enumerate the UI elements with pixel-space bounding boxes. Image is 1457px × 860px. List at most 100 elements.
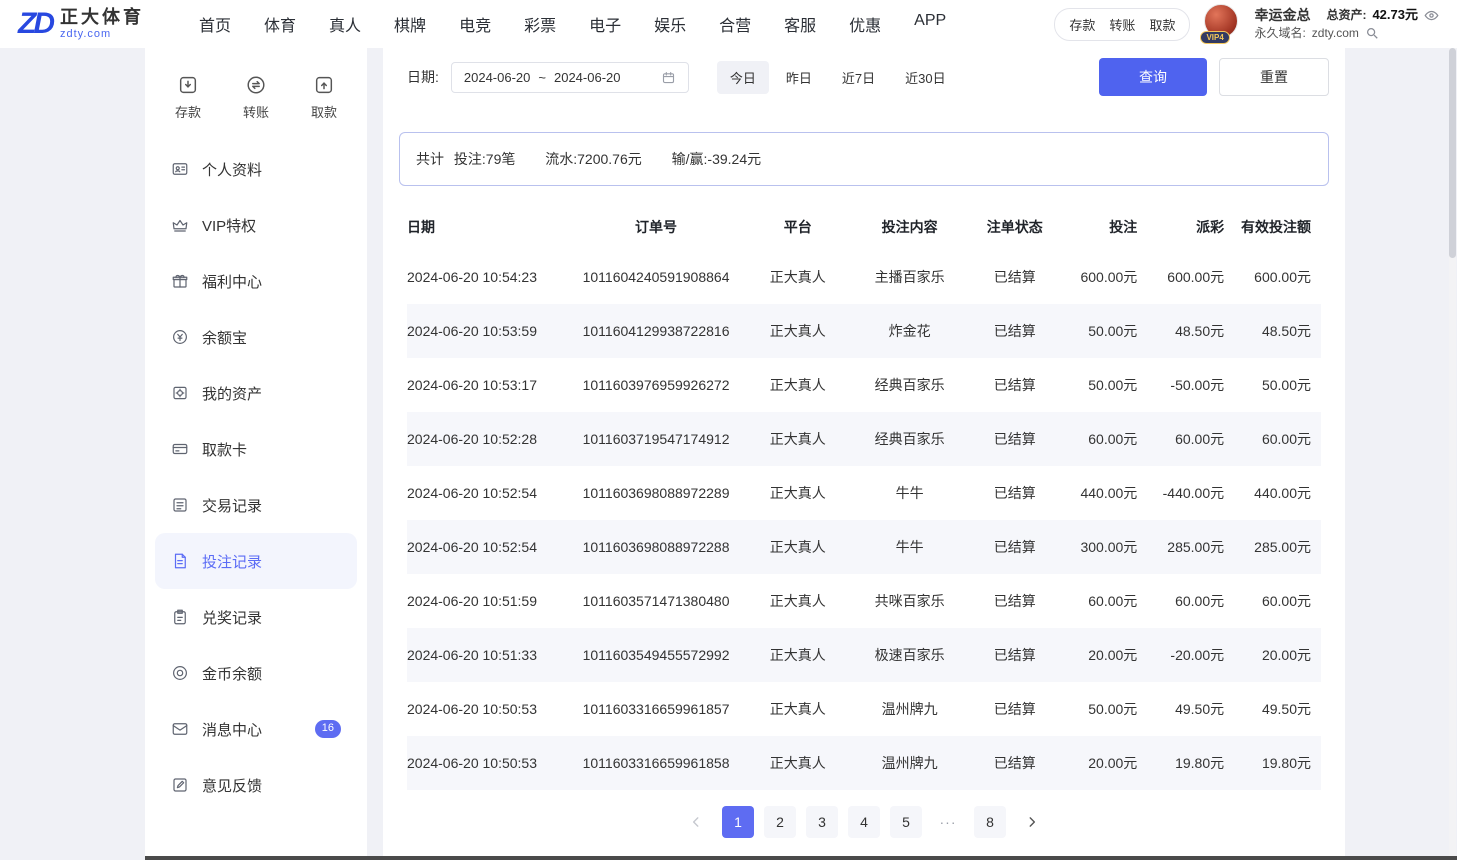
cell-content: 极速百家乐 — [850, 628, 969, 682]
cell-platform: 正大真人 — [745, 466, 850, 520]
nav-item-sports[interactable]: 体育 — [264, 12, 296, 36]
next-page-button[interactable] — [1016, 806, 1048, 838]
nav-item-lottery[interactable]: 彩票 — [524, 12, 556, 36]
reset-button[interactable]: 重置 — [1219, 58, 1329, 96]
date-range-picker[interactable]: 2024-06-20 ~ 2024-06-20 — [451, 62, 689, 93]
search-icon[interactable] — [1365, 26, 1379, 40]
table-row: 2024-06-20 10:52:54 1011603698088972289 … — [407, 466, 1321, 520]
page-button-3[interactable]: 3 — [806, 806, 838, 838]
sidebar-item-feedback[interactable]: 意见反馈 — [145, 757, 367, 813]
transfer-link[interactable]: 转账 — [1109, 15, 1135, 34]
sidebar-item-label: 投注记录 — [202, 551, 262, 572]
withdraw-link[interactable]: 取款 — [1149, 15, 1175, 34]
cell-order: 1011603719547174912 — [567, 412, 745, 466]
nav-item-promos[interactable]: 优惠 — [849, 12, 881, 36]
cell-platform: 正大真人 — [745, 358, 850, 412]
sidebar-item-withdrawal-card[interactable]: 取款卡 — [145, 421, 367, 477]
sidebar-item-label: 余额宝 — [202, 327, 247, 348]
sidebar-item-bet-records[interactable]: 投注记录 — [155, 533, 357, 589]
nav-item-entertainment[interactable]: 娱乐 — [654, 12, 686, 36]
vip-badge: VIP4 — [1200, 31, 1229, 44]
cell-valid: 20.00元 — [1234, 628, 1321, 682]
quick-action-withdraw[interactable]: 取款 — [311, 74, 337, 121]
range-7days-button[interactable]: 近7日 — [829, 61, 888, 94]
calendar-icon — [661, 70, 676, 85]
search-button[interactable]: 查询 — [1099, 58, 1207, 96]
bet-records-panel: 日期: 2024-06-20 ~ 2024-06-20 今日 昨日 近7日 近3… — [383, 48, 1345, 856]
quick-action-label: 取款 — [311, 102, 337, 121]
summary-winloss: 输/赢:-39.24元 — [672, 151, 761, 167]
safe-icon — [171, 384, 189, 402]
page-button-4[interactable]: 4 — [848, 806, 880, 838]
cell-bet: 300.00元 — [1060, 520, 1147, 574]
table-row: 2024-06-20 10:52:54 1011603698088972288 … — [407, 520, 1321, 574]
range-30days-button[interactable]: 近30日 — [892, 61, 958, 94]
page-button-8[interactable]: 8 — [974, 806, 1006, 838]
sidebar-item-welfare[interactable]: 福利中心 — [145, 253, 367, 309]
cell-content: 共咪百家乐 — [850, 574, 969, 628]
col-header-platform: 平台 — [745, 204, 850, 250]
quick-action-transfer[interactable]: 转账 — [243, 74, 269, 121]
cell-date: 2024-06-20 10:53:59 — [407, 304, 567, 358]
nav-item-partnership[interactable]: 合营 — [719, 12, 751, 36]
cell-date: 2024-06-20 10:54:23 — [407, 250, 567, 304]
wallet-quick-links: 存款 转账 取款 — [1054, 8, 1190, 41]
nav-item-support[interactable]: 客服 — [784, 12, 816, 36]
cell-status: 已结算 — [969, 574, 1060, 628]
page-button-1[interactable]: 1 — [722, 806, 754, 838]
cell-date: 2024-06-20 10:52:28 — [407, 412, 567, 466]
edit-icon — [171, 776, 189, 794]
page-button-5[interactable]: 5 — [890, 806, 922, 838]
payout-value: -440.00元 — [1147, 466, 1234, 520]
sidebar-item-yuebao[interactable]: 余额宝 — [145, 309, 367, 365]
nav-item-slots[interactable]: 电子 — [589, 12, 621, 36]
cell-valid: 440.00元 — [1234, 466, 1321, 520]
cell-valid: 600.00元 — [1234, 250, 1321, 304]
cell-date: 2024-06-20 10:53:17 — [407, 358, 567, 412]
range-today-button[interactable]: 今日 — [717, 61, 769, 94]
page-ellipsis: ··· — [932, 806, 964, 838]
deposit-icon — [177, 74, 199, 96]
brand-logo[interactable]: ZD 正大体育 zdty.com — [18, 7, 144, 41]
clipboard-icon — [171, 608, 189, 626]
nav-item-app[interactable]: APP — [914, 12, 946, 36]
nav-item-live[interactable]: 真人 — [329, 12, 361, 36]
unread-count-badge: 16 — [315, 720, 341, 737]
gift-icon — [171, 272, 189, 290]
table-header-row: 日期 订单号 平台 投注内容 注单状态 投注 派彩 有效投注额 — [407, 204, 1321, 250]
summary-box: 共计 投注:79笔 流水:7200.76元 输/赢:-39.24元 — [399, 132, 1329, 186]
col-header-bet: 投注 — [1060, 204, 1147, 250]
deposit-link[interactable]: 存款 — [1069, 15, 1095, 34]
eye-icon[interactable] — [1424, 8, 1439, 23]
sidebar-menu: 个人资料 VIP特权 福利中心 余额宝 我的资产 取款卡 交易记录 投注记录 — [145, 141, 367, 813]
col-header-payout: 派彩 — [1147, 204, 1234, 250]
sidebar-item-profile[interactable]: 个人资料 — [145, 141, 367, 197]
sidebar-item-assets[interactable]: 我的资产 — [145, 365, 367, 421]
prev-page-button[interactable] — [680, 806, 712, 838]
nav-item-esports[interactable]: 电竞 — [459, 12, 491, 36]
sidebar-item-gold-balance[interactable]: 金币余额 — [145, 645, 367, 701]
sidebar-item-redeem-records[interactable]: 兑奖记录 — [145, 589, 367, 645]
cell-order: 1011603698088972289 — [567, 466, 745, 520]
list-icon — [171, 496, 189, 514]
sidebar-item-transactions[interactable]: 交易记录 — [145, 477, 367, 533]
date-filter-label: 日期: — [407, 67, 439, 87]
page-button-2[interactable]: 2 — [764, 806, 796, 838]
cell-status: 已结算 — [969, 358, 1060, 412]
sidebar-item-label: 取款卡 — [202, 439, 247, 460]
sidebar-item-message-center[interactable]: 消息中心 16 — [145, 701, 367, 757]
range-yesterday-button[interactable]: 昨日 — [773, 61, 825, 94]
logo-letters: ZD — [18, 7, 52, 40]
user-info: 幸运金总 总资产: 42.73元 永久域名: zdty.com — [1254, 8, 1439, 40]
nav-item-board-games[interactable]: 棋牌 — [394, 12, 426, 36]
nav-item-home[interactable]: 首页 — [199, 12, 231, 36]
quick-action-deposit[interactable]: 存款 — [175, 74, 201, 121]
avatar-wrap: VIP4 — [1204, 4, 1240, 44]
vertical-scrollbar-thumb[interactable] — [1449, 48, 1456, 258]
cell-status: 已结算 — [969, 520, 1060, 574]
cell-status: 已结算 — [969, 682, 1060, 736]
cell-valid: 48.50元 — [1234, 304, 1321, 358]
cell-content: 主播百家乐 — [850, 250, 969, 304]
cell-bet: 50.00元 — [1060, 304, 1147, 358]
sidebar-item-vip[interactable]: VIP特权 — [145, 197, 367, 253]
